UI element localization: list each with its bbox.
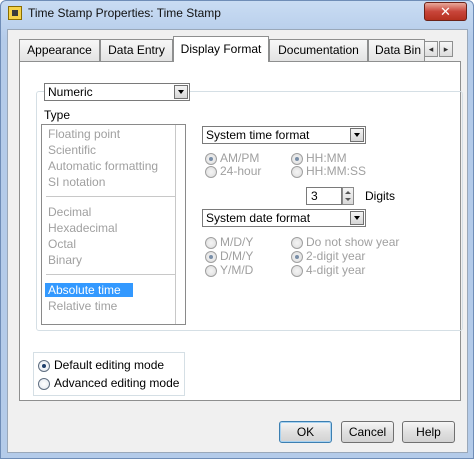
ymd-label: Y/M/D bbox=[220, 263, 254, 277]
tab-data-binding[interactable]: Data Bin bbox=[368, 39, 425, 61]
type-label: Type bbox=[44, 108, 71, 122]
hhmm-label: HH:MM bbox=[306, 151, 347, 165]
hhmmss-label: HH:MM:SS bbox=[306, 164, 366, 178]
list-item-relative-time[interactable]: Relative time bbox=[48, 299, 117, 313]
list-item-octal[interactable]: Octal bbox=[48, 237, 76, 251]
ymd-radio[interactable] bbox=[205, 265, 217, 277]
advanced-editing-mode-label[interactable]: Advanced editing mode bbox=[54, 376, 179, 390]
digits-input[interactable]: 3 bbox=[306, 187, 342, 205]
time-format-value: System time format bbox=[206, 128, 310, 142]
default-editing-mode-radio[interactable] bbox=[38, 360, 50, 372]
date-format-value: System date format bbox=[206, 211, 311, 225]
dmy-radio[interactable] bbox=[205, 251, 217, 263]
chevron-down-icon[interactable] bbox=[350, 211, 364, 225]
ampm-label: AM/PM bbox=[220, 151, 260, 165]
cancel-button[interactable]: Cancel bbox=[341, 421, 394, 443]
hhmmss-radio[interactable] bbox=[291, 166, 303, 178]
tab-data-entry[interactable]: Data Entry bbox=[100, 39, 173, 61]
help-button[interactable]: Help bbox=[402, 421, 455, 443]
list-item-hexadecimal[interactable]: Hexadecimal bbox=[48, 221, 117, 235]
tab-scroll-right-icon[interactable]: ▸ bbox=[439, 41, 453, 57]
title-bar: Time Stamp Properties: Time Stamp ✕ bbox=[1, 1, 473, 25]
date-format-combo[interactable]: System date format bbox=[202, 209, 366, 227]
tab-scroll-left-icon[interactable]: ◂ bbox=[424, 41, 438, 57]
list-scrollbar[interactable] bbox=[175, 125, 185, 324]
tab-documentation[interactable]: Documentation bbox=[269, 39, 368, 61]
list-item-si-notation[interactable]: SI notation bbox=[48, 175, 105, 189]
no-year-label: Do not show year bbox=[306, 235, 400, 249]
default-editing-mode-label[interactable]: Default editing mode bbox=[54, 358, 164, 372]
dmy-label: D/M/Y bbox=[220, 249, 254, 263]
chevron-down-icon[interactable] bbox=[174, 85, 188, 99]
24-hour-label: 24-hour bbox=[220, 164, 262, 178]
list-separator bbox=[46, 196, 176, 197]
mdy-label: M/D/Y bbox=[220, 235, 254, 249]
format-type-combo[interactable]: Numeric bbox=[44, 83, 190, 101]
mdy-radio[interactable] bbox=[205, 237, 217, 249]
list-item-scientific[interactable]: Scientific bbox=[48, 143, 96, 157]
window-title: Time Stamp Properties: Time Stamp bbox=[28, 6, 221, 20]
hhmm-radio[interactable] bbox=[291, 153, 303, 165]
digits-label: Digits bbox=[365, 189, 396, 203]
four-digit-year-label: 4-digit year bbox=[306, 263, 366, 277]
two-digit-year-radio[interactable] bbox=[291, 251, 303, 263]
list-separator bbox=[46, 274, 176, 275]
format-type-value: Numeric bbox=[48, 85, 93, 99]
digits-spinner-icon[interactable] bbox=[342, 187, 354, 205]
list-item-absolute-time[interactable]: Absolute time bbox=[45, 283, 133, 297]
ampm-radio[interactable] bbox=[205, 153, 217, 165]
labview-app-icon bbox=[8, 6, 22, 20]
list-item-decimal[interactable]: Decimal bbox=[48, 205, 91, 219]
list-item-floating-point[interactable]: Floating point bbox=[48, 127, 120, 141]
two-digit-year-label: 2-digit year bbox=[306, 249, 366, 263]
list-item-automatic-formatting[interactable]: Automatic formatting bbox=[48, 159, 158, 173]
tab-display-format[interactable]: Display Format bbox=[173, 36, 269, 62]
close-button[interactable]: ✕ bbox=[424, 2, 467, 21]
chevron-down-icon[interactable] bbox=[350, 128, 364, 142]
advanced-editing-mode-radio[interactable] bbox=[38, 378, 50, 390]
list-item-binary[interactable]: Binary bbox=[48, 253, 82, 267]
24-hour-radio[interactable] bbox=[205, 166, 217, 178]
time-format-combo[interactable]: System time format bbox=[202, 126, 366, 144]
type-listbox[interactable]: Floating point Scientific Automatic form… bbox=[41, 124, 186, 325]
tab-appearance[interactable]: Appearance bbox=[19, 39, 100, 61]
ok-button[interactable]: OK bbox=[279, 421, 332, 443]
four-digit-year-radio[interactable] bbox=[291, 265, 303, 277]
no-year-radio[interactable] bbox=[291, 237, 303, 249]
